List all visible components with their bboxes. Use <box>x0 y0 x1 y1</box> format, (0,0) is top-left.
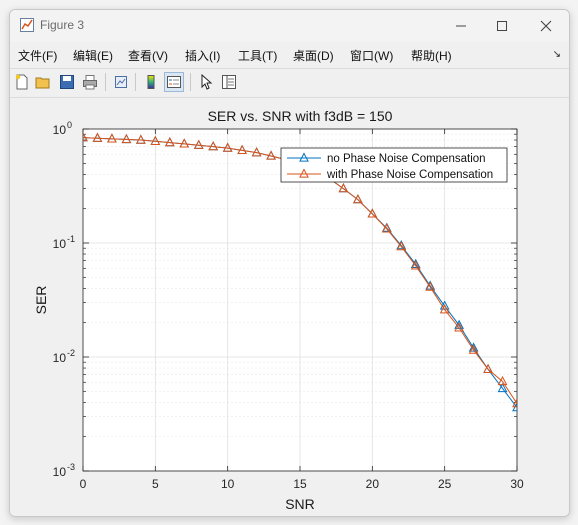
insert-colorbar-icon <box>147 75 155 89</box>
insert-legend-button[interactable] <box>164 72 184 92</box>
link-plot-button[interactable] <box>111 72 131 92</box>
property-inspector-button[interactable] <box>219 72 239 92</box>
x-tick-label: 20 <box>366 477 380 491</box>
insert-legend-icon <box>167 76 181 88</box>
x-tick-label: 15 <box>293 477 307 491</box>
menu-insert[interactable]: 插入(I) <box>185 47 220 64</box>
x-axis-label: SNR <box>285 496 315 512</box>
print-icon <box>83 75 97 90</box>
menu-tools[interactable]: 工具(T) <box>238 47 277 64</box>
toolbar-separator <box>190 73 191 91</box>
y-axis-label: SER <box>33 286 49 315</box>
figure-window: Figure 3 文件(F) 编辑(E) 查看(V) 插入(I) 工具(T) 桌… <box>9 9 570 517</box>
menu-bar: 文件(F) 编辑(E) 查看(V) 插入(I) 工具(T) 桌面(D) 窗口(W… <box>10 42 569 66</box>
figure-canvas: 0 5 10 15 20 25 30 10 -3 10 -2 10 -1 10 0 SER vs. SNR w… <box>10 98 569 516</box>
toolbar-separator <box>105 73 106 91</box>
print-button[interactable] <box>80 72 100 92</box>
chart-title: SER vs. SNR with f3dB = 150 <box>208 108 393 124</box>
menu-help[interactable]: 帮助(H) <box>411 47 452 64</box>
open-file-icon <box>35 77 50 89</box>
menu-edit[interactable]: 编辑(E) <box>73 47 113 64</box>
save-button[interactable] <box>57 72 77 92</box>
menu-window[interactable]: 窗口(W) <box>350 47 393 64</box>
new-figure-icon <box>15 74 28 90</box>
edit-plot-arrow-icon <box>201 74 213 90</box>
y-tick-label: 10 <box>53 123 67 137</box>
close-icon <box>540 20 552 32</box>
x-tick-label: 30 <box>510 477 524 491</box>
x-tick-label: 5 <box>152 477 159 491</box>
close-button[interactable] <box>526 14 566 38</box>
legend-entry-label: with Phase Noise Compensation <box>326 169 493 181</box>
figure-toolbar <box>10 68 569 98</box>
link-plot-icon <box>115 76 127 88</box>
y-tick-exponent: 0 <box>67 120 72 130</box>
save-icon <box>60 75 74 89</box>
x-tick-label: 10 <box>221 477 235 491</box>
y-tick-label: 10 <box>53 237 67 251</box>
window-title: Figure 3 <box>40 18 85 32</box>
matlab-figure-icon <box>20 18 34 32</box>
x-tick-label: 25 <box>438 477 452 491</box>
minimize-icon <box>456 25 466 27</box>
toolbar-separator <box>135 73 136 91</box>
y-tick-label: 10 <box>53 351 67 365</box>
edit-plot-button[interactable] <box>196 72 216 92</box>
y-tick-exponent: -1 <box>67 234 75 244</box>
ser-vs-snr-chart: 0 5 10 15 20 25 3010 -310 -210 -110 0SER vs. SNR w… <box>33 108 524 512</box>
menu-view[interactable]: 查看(V) <box>128 47 168 64</box>
new-figure-button[interactable] <box>12 72 32 92</box>
open-file-button[interactable] <box>33 72 53 92</box>
property-inspector-icon <box>222 75 236 89</box>
y-tick-label: 10 <box>53 465 67 479</box>
title-bar: Figure 3 <box>10 10 569 42</box>
menu-dock-arrow-icon[interactable]: ↘ <box>553 49 561 60</box>
maximize-button[interactable] <box>482 14 522 38</box>
menu-file[interactable]: 文件(F) <box>18 47 57 64</box>
legend-entry-label: no Phase Noise Compensation <box>327 153 486 165</box>
y-tick-exponent: -2 <box>67 348 75 358</box>
x-tick-label: 0 <box>80 477 87 491</box>
maximize-icon <box>497 21 507 31</box>
minimize-button[interactable] <box>441 14 481 38</box>
y-tick-exponent: -3 <box>67 462 75 472</box>
menu-desktop[interactable]: 桌面(D) <box>293 47 334 64</box>
insert-colorbar-button[interactable] <box>141 72 161 92</box>
